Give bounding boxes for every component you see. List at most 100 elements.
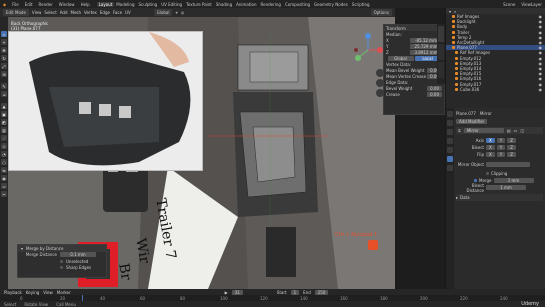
viewport-toggle-icon[interactable]: ▭ [514, 128, 518, 133]
tab-view[interactable] [438, 62, 444, 78]
object-tab-icon[interactable] [447, 147, 453, 153]
data-tab-icon[interactable] [447, 165, 453, 171]
knife-icon[interactable]: ⟋ [1, 135, 7, 141]
shear-icon[interactable]: ▱ [1, 183, 7, 189]
axis-z-toggle[interactable]: Z [507, 138, 516, 143]
add-modifier-button[interactable]: Add Modifier [456, 119, 488, 124]
transform-title[interactable]: Transform [386, 26, 406, 31]
menu-mesh[interactable]: Mesh [71, 10, 82, 15]
menu-add[interactable]: Add [60, 10, 68, 15]
bevel-weight-field[interactable]: 0.00 [427, 85, 442, 91]
mirror-object-field[interactable] [486, 162, 530, 167]
measure-icon[interactable]: ⊿ [1, 91, 7, 97]
snap-icon[interactable]: ⌖ [175, 10, 177, 15]
merge-distance-value[interactable]: 1 mm [493, 178, 534, 183]
flip-y-toggle[interactable]: Y [496, 152, 506, 157]
current-frame-field[interactable]: 31 [231, 289, 243, 295]
clipping-checkbox[interactable] [486, 172, 489, 175]
playback-menu[interactable]: Playback [4, 290, 22, 295]
rotate-icon[interactable]: ↻ [1, 55, 7, 61]
collapse-icon[interactable]: ▾ [21, 246, 23, 251]
tab-tool[interactable] [438, 44, 444, 60]
annotate-icon[interactable]: ✎ [1, 83, 7, 89]
view-layer-selector[interactable]: ViewLayer [518, 2, 545, 7]
data-section-label[interactable]: Data [460, 195, 470, 200]
3d-viewport[interactable]: Trailer 7 Wir Br Back Orthographic (31) … [8, 17, 395, 289]
keying-menu[interactable]: Keying [26, 290, 39, 295]
axis-y-toggle[interactable]: Y [496, 138, 506, 143]
orientation-dropdown[interactable]: Global [153, 9, 173, 16]
axis-x-toggle[interactable]: X [486, 138, 495, 143]
output-tab-icon[interactable] [447, 129, 453, 135]
bisect-distance-value[interactable]: 1 mm [486, 185, 526, 190]
outliner-item[interactable]: Cube.036 ◉ [446, 87, 545, 92]
end-frame-field[interactable]: 250 [314, 289, 329, 295]
start-frame-field[interactable]: 1 [290, 289, 300, 295]
inset-icon[interactable]: ▣ [1, 111, 7, 117]
tab-layout[interactable]: Layout [96, 1, 115, 7]
tab-texture-paint[interactable]: Texture Paint [184, 2, 214, 7]
menu-edit[interactable]: Edit [22, 2, 36, 7]
tool-tab-icon[interactable] [447, 111, 453, 117]
merge-distance-field[interactable]: 0.1 mm [60, 252, 96, 258]
bisect-y-toggle[interactable]: Y [496, 145, 506, 150]
shrink-fatten-icon[interactable]: ◉ [1, 175, 7, 181]
bisect-z-toggle[interactable]: Z [507, 145, 516, 150]
flip-z-toggle[interactable]: Z [507, 152, 516, 157]
marker-menu[interactable]: Marker [57, 290, 71, 295]
tab-compositing[interactable]: Compositing [283, 2, 312, 7]
unselected-checkbox[interactable] [60, 259, 63, 263]
modifier-tab-icon[interactable] [447, 156, 453, 162]
flip-x-toggle[interactable]: X [486, 152, 495, 157]
scale-icon[interactable]: ⤢ [1, 63, 7, 69]
global-toggle[interactable]: Global [387, 55, 414, 61]
edit-mode-toggle-icon[interactable]: ▤ [507, 128, 511, 133]
options-dropdown[interactable]: Options [370, 9, 392, 16]
tab-uv-editing[interactable]: UV Editing [159, 2, 184, 7]
crease-field[interactable]: 0.00 [427, 91, 442, 97]
blender-logo-icon[interactable]: ◆ [0, 2, 9, 7]
tab-animation[interactable]: Animation [234, 2, 258, 7]
move-icon[interactable]: ✥ [1, 47, 7, 53]
outliner-filter-icon[interactable]: ▾ [449, 9, 451, 14]
menu-view[interactable]: View [32, 10, 42, 15]
select-box-icon[interactable]: ▫ [1, 31, 7, 37]
render-tab-icon[interactable] [447, 120, 453, 126]
smooth-icon[interactable]: ○ [1, 159, 7, 165]
navigation-gizmo[interactable] [350, 32, 386, 68]
menu-file[interactable]: File [9, 2, 22, 7]
transform-icon[interactable]: ⊞ [1, 71, 7, 77]
tab-sculpting[interactable]: Sculpting [137, 2, 160, 7]
outliner-search-icon[interactable]: ⌕ [454, 9, 456, 14]
scene-selector[interactable]: Scene [500, 2, 518, 7]
tab-rendering[interactable]: Rendering [259, 2, 283, 7]
render-toggle-icon[interactable]: ◫ [520, 128, 524, 133]
menu-help[interactable]: Help [78, 2, 93, 7]
timeline-ruler[interactable]: 0 20 40 60 80 100 120 140 160 180 200 220 240 [0, 295, 545, 301]
scene-tab-icon[interactable] [447, 138, 453, 144]
play-icon[interactable]: ▶ [225, 290, 228, 295]
playhead[interactable] [82, 295, 83, 301]
modifier-name-field[interactable]: Mirror [463, 128, 504, 133]
menu-window[interactable]: Window [56, 2, 78, 7]
poly-build-icon[interactable]: ◇ [1, 143, 7, 149]
sharp-edges-checkbox[interactable] [60, 266, 63, 270]
menu-face[interactable]: Face [113, 10, 122, 15]
loop-cut-icon[interactable]: ▥ [1, 127, 7, 133]
menu-render[interactable]: Render [36, 2, 56, 7]
expand-icon[interactable]: ▸ [456, 195, 458, 200]
tab-shading[interactable]: Shading [214, 2, 234, 7]
bisect-x-toggle[interactable]: X [486, 145, 495, 150]
menu-edge[interactable]: Edge [100, 10, 110, 15]
menu-vertex[interactable]: Vertex [84, 10, 97, 15]
tab-geometry-nodes[interactable]: Geometry Nodes [312, 2, 350, 7]
proportional-icon[interactable]: ◎ [181, 10, 185, 15]
tab-item[interactable] [438, 26, 444, 42]
menu-select[interactable]: Select [44, 10, 56, 15]
edge-slide-icon[interactable]: ⇆ [1, 167, 7, 173]
view-menu[interactable]: View [43, 290, 53, 295]
tab-scripting[interactable]: Scripting [350, 2, 372, 7]
mode-dropdown[interactable]: Edit Mode [3, 9, 29, 16]
operator-title[interactable]: Merge by Distance [26, 246, 63, 251]
cursor-icon[interactable]: + [1, 39, 7, 45]
